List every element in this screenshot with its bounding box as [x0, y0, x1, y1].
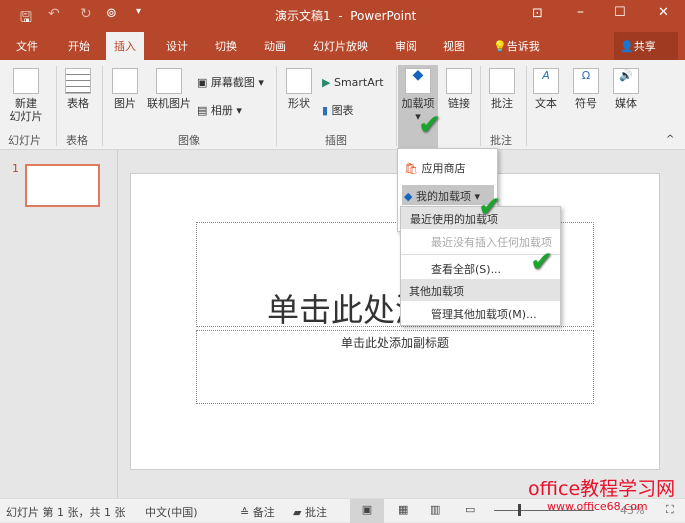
tab-slideshow[interactable]: 幻灯片放映: [313, 38, 368, 54]
undo-icon[interactable]: ↶: [48, 6, 60, 22]
chart-icon: ▮: [322, 104, 332, 117]
menu-item-manage[interactable]: 管理其他加载项(M)...: [431, 306, 537, 322]
menu-item-see-all[interactable]: 查看全部(S)...: [431, 261, 501, 277]
text-icon: A: [533, 68, 559, 94]
tab-transitions[interactable]: 切换: [215, 38, 237, 54]
table-button[interactable]: 表格: [62, 68, 94, 110]
comments-button[interactable]: ▰ 批注: [293, 504, 327, 520]
shapes-icon: [286, 68, 312, 94]
picture-button[interactable]: 图片: [110, 68, 140, 110]
person-icon: 👤: [620, 40, 634, 53]
group-label-images: 图像: [178, 134, 200, 147]
shapes-button[interactable]: 形状: [284, 68, 314, 110]
symbols-button[interactable]: Ω 符号: [570, 68, 602, 110]
online-picture-icon: [156, 68, 182, 94]
slide-canvas[interactable]: 单击此处添加标题 单击此处添加副标题: [130, 173, 660, 470]
watermark-name: office教程学习网: [528, 478, 676, 500]
store-icon: 🛍: [404, 162, 418, 175]
maximize-button[interactable]: ☐: [614, 5, 626, 20]
slide-thumbnail[interactable]: [25, 164, 100, 207]
title-bar: 🖫 ↶ ↻ ⊚ ▾ 演示文稿1 - PowerPoint ⊡ – ☐ ✕: [0, 0, 685, 32]
other-header: 其他加载项: [401, 279, 560, 301]
screenshot-icon: ▣: [197, 76, 211, 89]
checkmark-icon: ✔: [418, 108, 442, 141]
addins-icon: ◆: [405, 68, 431, 94]
zoom-slider-thumb[interactable]: [518, 504, 521, 516]
tab-animations[interactable]: 动画: [264, 38, 286, 54]
links-button[interactable]: 链接: [443, 68, 475, 110]
language[interactable]: 中文(中国): [145, 504, 198, 520]
comment-button[interactable]: 批注: [486, 68, 518, 110]
ribbon-tabs: 文件 开始 插入 设计 切换 动画 幻灯片放映 审阅 视图 💡告诉我 👤共享: [0, 32, 685, 60]
customize-qat-icon[interactable]: ▾: [136, 6, 141, 17]
notes-button[interactable]: ≙ 备注: [240, 504, 275, 520]
lightbulb-icon: 💡: [493, 40, 507, 53]
addins-icon: ◆: [404, 190, 413, 203]
notes-icon: ≙: [240, 506, 253, 519]
speaker-icon: 🔊: [613, 68, 639, 94]
window-title: 演示文稿1 - PowerPoint: [275, 9, 417, 23]
watermark-url: www.office68.com: [547, 500, 648, 513]
redo-icon[interactable]: ↻: [80, 6, 92, 22]
comment-icon: ▰: [293, 506, 305, 519]
album-button[interactable]: ▤ 相册 ▾: [197, 104, 242, 117]
minimize-button[interactable]: –: [577, 4, 584, 20]
table-icon: [65, 68, 91, 94]
slide-sorter-button[interactable]: ▦: [398, 503, 408, 516]
reading-view-button[interactable]: ▥: [430, 503, 440, 516]
tab-review[interactable]: 审阅: [395, 38, 417, 54]
album-icon: ▤: [197, 104, 211, 117]
tab-home[interactable]: 开始: [68, 38, 90, 54]
slide-thumbnail-pane: 1: [0, 150, 118, 498]
omega-icon: Ω: [573, 68, 599, 94]
new-slide-button[interactable]: 新建 幻灯片: [6, 68, 46, 123]
ribbon-display-icon[interactable]: ⊡: [532, 6, 543, 21]
subtitle-placeholder[interactable]: 单击此处添加副标题: [196, 330, 594, 404]
media-button[interactable]: 🔊 媒体: [610, 68, 642, 110]
online-picture-button[interactable]: 联机图片: [146, 68, 192, 110]
group-label-comments: 批注: [490, 134, 512, 147]
smartart-button[interactable]: ▶ SmartArt: [322, 76, 384, 89]
collapse-ribbon-icon[interactable]: ^: [666, 134, 674, 145]
menu-item-store[interactable]: 🛍 应用商店: [404, 160, 465, 176]
tab-file[interactable]: 文件: [16, 38, 38, 54]
close-button[interactable]: ✕: [658, 5, 669, 20]
comment-icon: [489, 68, 515, 94]
share-button[interactable]: 👤共享: [614, 32, 678, 60]
slideshow-icon[interactable]: ⊚: [106, 6, 117, 21]
tab-design[interactable]: 设计: [166, 38, 188, 54]
fit-to-window-icon[interactable]: ⛶: [666, 503, 674, 517]
slideshow-view-button[interactable]: ▭: [465, 503, 475, 516]
slide-info: 幻灯片 第 1 张，共 1 张: [6, 506, 126, 519]
checkmark-icon: ✔: [478, 190, 502, 223]
tab-insert[interactable]: 插入: [106, 32, 144, 60]
group-label-tables: 表格: [66, 134, 88, 147]
picture-icon: [112, 68, 138, 94]
chart-button[interactable]: ▮ 图表: [322, 104, 354, 117]
group-label-slides: 幻灯片: [8, 134, 41, 147]
text-button[interactable]: A 文本: [530, 68, 562, 110]
slide-number: 1: [12, 162, 19, 175]
tab-view[interactable]: 视图: [443, 38, 465, 54]
group-label-illustrations: 插图: [325, 134, 347, 147]
checkmark-icon: ✔: [530, 245, 554, 278]
tell-me-box[interactable]: 💡告诉我: [493, 38, 540, 54]
link-icon: [446, 68, 472, 94]
save-icon[interactable]: 🖫: [20, 7, 32, 31]
ribbon: 新建 幻灯片 表格 图片 联机图片 ▣ 屏幕截图 ▾ ▤ 相册 ▾ 形状 ▶ S…: [0, 60, 685, 150]
new-slide-icon: [13, 68, 39, 94]
screenshot-button[interactable]: ▣ 屏幕截图 ▾: [197, 76, 264, 89]
normal-view-button[interactable]: ▣: [350, 499, 384, 523]
smartart-icon: ▶: [322, 76, 334, 89]
